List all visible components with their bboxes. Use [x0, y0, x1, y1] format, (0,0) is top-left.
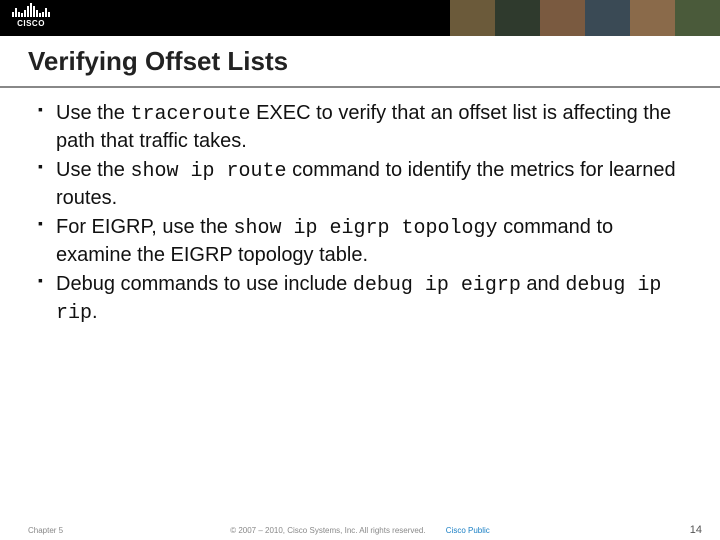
text: Use the [56, 102, 130, 124]
text: Use the [56, 159, 130, 181]
page-title: Verifying Offset Lists [28, 46, 288, 77]
classification-label: Cisco Public [446, 526, 490, 535]
text: . [92, 301, 98, 323]
bullet-list: Use the traceroute EXEC to verify that a… [38, 100, 682, 327]
text: Debug commands to use include [56, 273, 353, 295]
body: Use the traceroute EXEC to verify that a… [38, 100, 682, 329]
title-band: Verifying Offset Lists [0, 36, 720, 88]
code: debug ip eigrp [353, 274, 521, 297]
list-item: For EIGRP, use the show ip eigrp topolog… [38, 214, 682, 269]
text: and [521, 273, 565, 295]
list-item: Use the traceroute EXEC to verify that a… [38, 100, 682, 155]
text: For EIGRP, use the [56, 216, 234, 238]
cisco-logo-bars-icon [12, 3, 50, 17]
top-band: CISCO [0, 0, 720, 36]
slide: CISCO Verifying Offset Lists Use the tra… [0, 0, 720, 540]
code: traceroute [130, 103, 250, 126]
header-photo-strip [450, 0, 720, 36]
list-item: Debug commands to use include debug ip e… [38, 271, 682, 327]
cisco-logo-text: CISCO [17, 19, 45, 28]
page-number: 14 [690, 524, 702, 536]
list-item: Use the show ip route command to identif… [38, 157, 682, 212]
cisco-logo: CISCO [12, 3, 50, 28]
code: show ip route [130, 160, 286, 183]
code: show ip eigrp topology [234, 217, 498, 240]
copyright-value: © 2007 – 2010, Cisco Systems, Inc. All r… [230, 526, 425, 535]
copyright-text: © 2007 – 2010, Cisco Systems, Inc. All r… [0, 526, 720, 535]
